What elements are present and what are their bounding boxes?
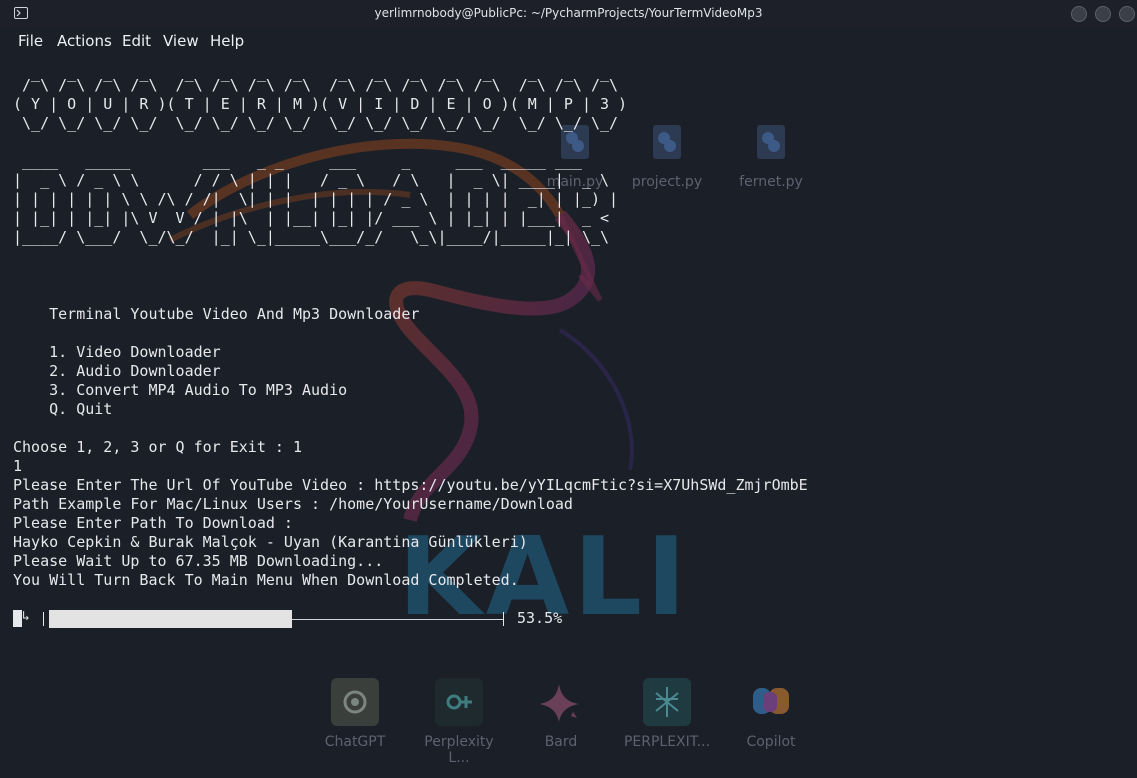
desktop-file-label: fernet.py xyxy=(739,174,803,190)
dock-item-perplexity[interactable]: PERPLEXIT... xyxy=(622,678,712,750)
desktop-file-project[interactable]: project.py xyxy=(622,118,712,190)
chatgpt-icon xyxy=(331,678,379,726)
bard-icon xyxy=(537,678,585,726)
close-button[interactable] xyxy=(1119,6,1135,22)
session-line: Please Enter Path To Download : xyxy=(13,514,293,532)
dock-item-label: Bard xyxy=(544,734,578,750)
return-arrow-icon: ↳ xyxy=(22,609,30,624)
menu-option: Q. Quit xyxy=(13,400,113,418)
minimize-button[interactable] xyxy=(1071,6,1087,22)
ascii-banner-line: / \ / \ / \ / \ / \ / \ / \ / \ / \ / \ … xyxy=(13,76,619,94)
session-line: You Will Turn Back To Main Menu When Dow… xyxy=(13,571,519,589)
ascii-logo-line: | |_| | |_| |\ V V / | |\ | |__| |_| |/ … xyxy=(13,209,610,227)
dock-item-chatgpt[interactable]: ChatGPT xyxy=(310,678,400,750)
dock-item-label: Perplexity L... xyxy=(424,734,494,766)
menu-bar: File Actions Edit View Help xyxy=(0,28,1137,54)
download-progress: ↳ 53.5% xyxy=(13,609,613,629)
desktop-file-fernet[interactable]: fernet.py xyxy=(726,118,816,190)
session-line: Hayko Cepkin & Burak Malçok - Uyan (Kara… xyxy=(13,533,528,551)
dock-item-label: PERPLEXIT... xyxy=(623,734,711,750)
menu-actions[interactable]: Actions xyxy=(57,32,112,50)
ascii-banner-line: \_/ \_/ \_/ \_/ \_/ \_/ \_/ \_/ \_/ \_/ … xyxy=(13,114,619,132)
menu-help[interactable]: Help xyxy=(210,32,244,50)
dock-item-label: Copilot xyxy=(746,734,796,750)
ascii-logo-line: ____ _____ ___ _ _ ___ _ ___ _____ ___ xyxy=(13,152,582,170)
menu-edit[interactable]: Edit xyxy=(122,32,151,50)
ascii-logo-line: |____/ \___/ \_/\_/ |_| \_|_____\___/_/ … xyxy=(13,228,610,246)
python-file-icon xyxy=(643,118,691,166)
session-line: Choose 1, 2, 3 or Q for Exit : 1 xyxy=(13,438,302,456)
desktop-file-label: project.py xyxy=(631,174,703,190)
progress-percent: 53.5% xyxy=(517,609,563,627)
ascii-logo-line: | _ \ / _ \ \ / / \ | | | / _ \ / \ | _ … xyxy=(13,171,610,189)
progress-bar-right-cap xyxy=(503,612,504,626)
maximize-button[interactable] xyxy=(1095,6,1111,22)
dock-item-copilot[interactable]: Copilot xyxy=(726,678,816,750)
session-line: Please Enter The Url Of YouTube Video : … xyxy=(13,476,808,494)
perplexity-icon xyxy=(435,678,483,726)
ascii-logo-line: | | | | | | \ \ /\ / /| \| | | | | | | /… xyxy=(13,190,619,208)
python-file-icon xyxy=(747,118,795,166)
window-titlebar[interactable]: yerlimrnobody@PublicPc: ~/PycharmProject… xyxy=(0,0,1137,28)
dock-item-bard[interactable]: Bard xyxy=(516,678,606,750)
ascii-banner-line: ( Y | O | U | R )( T | E | R | M )( V | … xyxy=(13,95,628,113)
dock-item-perplexity-labs[interactable]: Perplexity L... xyxy=(414,678,504,766)
app-heading: Terminal Youtube Video And Mp3 Downloade… xyxy=(13,305,420,323)
terminal-cursor xyxy=(13,610,22,627)
perplexity-icon xyxy=(643,678,691,726)
progress-bar-left-cap xyxy=(43,612,44,626)
menu-view[interactable]: View xyxy=(163,32,199,50)
copilot-icon xyxy=(747,678,795,726)
window-title: yerlimrnobody@PublicPc: ~/PycharmProject… xyxy=(374,6,763,20)
progress-bar-fill xyxy=(49,610,292,628)
session-line: 1 xyxy=(13,457,23,475)
menu-file[interactable]: File xyxy=(18,32,43,50)
dock-item-label: ChatGPT xyxy=(324,734,386,750)
session-line: Path Example For Mac/Linux Users : /home… xyxy=(13,495,573,513)
menu-option: 3. Convert MP4 Audio To MP3 Audio xyxy=(13,381,348,399)
session-line: Please Wait Up to 67.35 MB Downloading..… xyxy=(13,552,384,570)
menu-option: 2. Audio Downloader xyxy=(13,362,221,380)
menu-option: 1. Video Downloader xyxy=(13,343,221,361)
